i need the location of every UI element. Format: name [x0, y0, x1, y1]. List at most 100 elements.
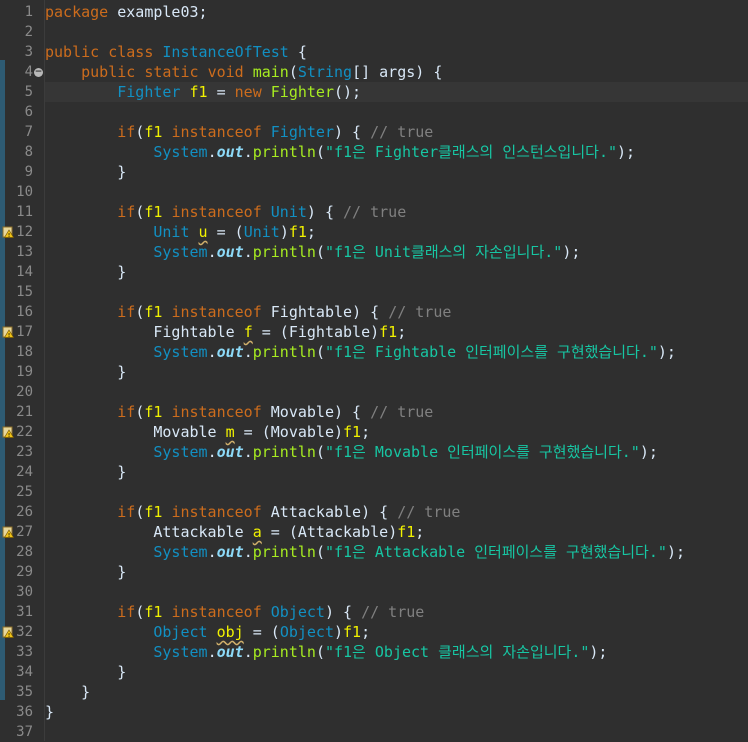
code-text-area[interactable]: package example03; public class InstanceO…: [45, 0, 748, 741]
code-line[interactable]: if(f1 instanceof Fighter) { // true: [45, 122, 748, 142]
line-number[interactable]: 24: [0, 462, 33, 482]
line-number[interactable]: 18: [0, 342, 33, 362]
line-number[interactable]: 16: [0, 302, 33, 322]
line-number[interactable]: 36: [0, 702, 33, 722]
code-token: class: [108, 43, 154, 61]
code-line[interactable]: package example03;: [45, 2, 748, 22]
code-token: (: [135, 203, 145, 221]
code-line[interactable]: System.out.println("f1은 Fighter클래스의 인스턴스…: [45, 142, 748, 162]
code-token: f1: [379, 323, 398, 341]
warning-icon[interactable]: [2, 526, 14, 538]
line-number[interactable]: 8: [0, 142, 33, 162]
code-line[interactable]: public class InstanceOfTest {: [45, 42, 748, 62]
line-number[interactable]: 11: [0, 202, 33, 222]
line-number[interactable]: 37: [0, 722, 33, 742]
code-line[interactable]: [45, 582, 748, 602]
line-number[interactable]: 21: [0, 402, 33, 422]
line-number[interactable]: 23: [0, 442, 33, 462]
code-line[interactable]: [45, 102, 748, 122]
code-line[interactable]: [45, 22, 748, 42]
code-line[interactable]: Object obj = (Object)f1;: [45, 622, 748, 642]
code-line[interactable]: }: [45, 682, 748, 702]
line-number[interactable]: 20: [0, 382, 33, 402]
line-number[interactable]: 28: [0, 542, 33, 562]
line-number[interactable]: 15: [0, 282, 33, 302]
code-line[interactable]: Attackable a = (Attackable)f1;: [45, 522, 748, 542]
code-token: );: [666, 543, 685, 561]
code-line[interactable]: if(f1 instanceof Object) { // true: [45, 602, 748, 622]
line-number[interactable]: 5: [0, 82, 33, 102]
code-token: args: [379, 63, 416, 81]
line-number[interactable]: 34: [0, 662, 33, 682]
code-line[interactable]: }: [45, 662, 748, 682]
code-line[interactable]: System.out.println("f1은 Fightable 인터페이스를…: [45, 342, 748, 362]
fold-collapse-icon[interactable]: −: [34, 68, 43, 77]
code-token: obj: [216, 623, 244, 641]
line-number[interactable]: 13: [0, 242, 33, 262]
code-line[interactable]: [45, 382, 748, 402]
code-line[interactable]: }: [45, 462, 748, 482]
code-line[interactable]: }: [45, 562, 748, 582]
warning-icon[interactable]: [2, 626, 14, 638]
code-token: }: [45, 263, 127, 281]
line-number[interactable]: 30: [0, 582, 33, 602]
line-number[interactable]: 19: [0, 362, 33, 382]
line-number[interactable]: 29: [0, 562, 33, 582]
code-line[interactable]: [45, 282, 748, 302]
line-number[interactable]: 1: [0, 2, 33, 22]
code-line[interactable]: Movable m = (Movable)f1;: [45, 422, 748, 442]
code-line[interactable]: if(f1 instanceof Fightable) { // true: [45, 302, 748, 322]
code-token: .: [207, 143, 217, 161]
code-line[interactable]: }: [45, 362, 748, 382]
code-token: f1: [343, 623, 362, 641]
warning-icon[interactable]: [2, 326, 14, 338]
line-number[interactable]: 14: [0, 262, 33, 282]
line-number[interactable]: 9: [0, 162, 33, 182]
line-number[interactable]: 35: [0, 682, 33, 702]
code-line[interactable]: System.out.println("f1은 Unit클래스의 자손입니다."…: [45, 242, 748, 262]
code-line[interactable]: Fightable f = (Fightable)f1;: [45, 322, 748, 342]
warning-icon[interactable]: [2, 426, 14, 438]
line-number[interactable]: 25: [0, 482, 33, 502]
code-line[interactable]: }: [45, 162, 748, 182]
code-line[interactable]: System.out.println("f1은 Attackable 인터페이스…: [45, 542, 748, 562]
code-line[interactable]: [45, 182, 748, 202]
code-line[interactable]: public static void main(String[] args) {: [45, 62, 748, 82]
code-line[interactable]: }: [45, 702, 748, 722]
code-line[interactable]: System.out.println("f1은 Object 클래스의 자손입니…: [45, 642, 748, 662]
line-number[interactable]: 7: [0, 122, 33, 142]
code-token: ;: [415, 523, 425, 541]
code-line[interactable]: }: [45, 262, 748, 282]
line-number[interactable]: 33: [0, 642, 33, 662]
code-token: public: [45, 43, 100, 61]
warning-icon[interactable]: [2, 226, 14, 238]
code-token: ) {: [361, 503, 398, 521]
code-line[interactable]: System.out.println("f1은 Movable 인터페이스를 구…: [45, 442, 748, 462]
line-number[interactable]: 3: [0, 42, 33, 62]
code-line[interactable]: Unit u = (Unit)f1;: [45, 222, 748, 242]
code-token: f1: [144, 403, 163, 421]
code-token: if: [117, 123, 136, 141]
line-number[interactable]: 31: [0, 602, 33, 622]
code-token: = (: [234, 423, 271, 441]
code-token: println: [252, 243, 316, 261]
line-number[interactable]: 6: [0, 102, 33, 122]
code-token: []: [352, 63, 380, 81]
line-number-gutter[interactable]: 1 2 3 4−5 6 7 8 9 10 11 12 13 14 15 16 17 18 19 20 21 22 23 24…: [0, 0, 45, 741]
line-number[interactable]: 26: [0, 502, 33, 522]
line-number[interactable]: 2: [0, 22, 33, 42]
line-number[interactable]: 10: [0, 182, 33, 202]
code-line[interactable]: if(f1 instanceof Unit) { // true: [45, 202, 748, 222]
code-editor[interactable]: 1 2 3 4−5 6 7 8 9 10 11 12 13 14 15 16 17 18 19 20 21 22 23 24…: [0, 0, 748, 741]
code-line[interactable]: if(f1 instanceof Attackable) { // true: [45, 502, 748, 522]
code-line[interactable]: if(f1 instanceof Movable) { // true: [45, 402, 748, 422]
code-line-current[interactable]: Fighter f1 = new Fighter();: [45, 82, 748, 102]
code-line[interactable]: [45, 482, 748, 502]
line-number[interactable]: 4: [0, 62, 33, 82]
code-line[interactable]: [45, 722, 748, 742]
